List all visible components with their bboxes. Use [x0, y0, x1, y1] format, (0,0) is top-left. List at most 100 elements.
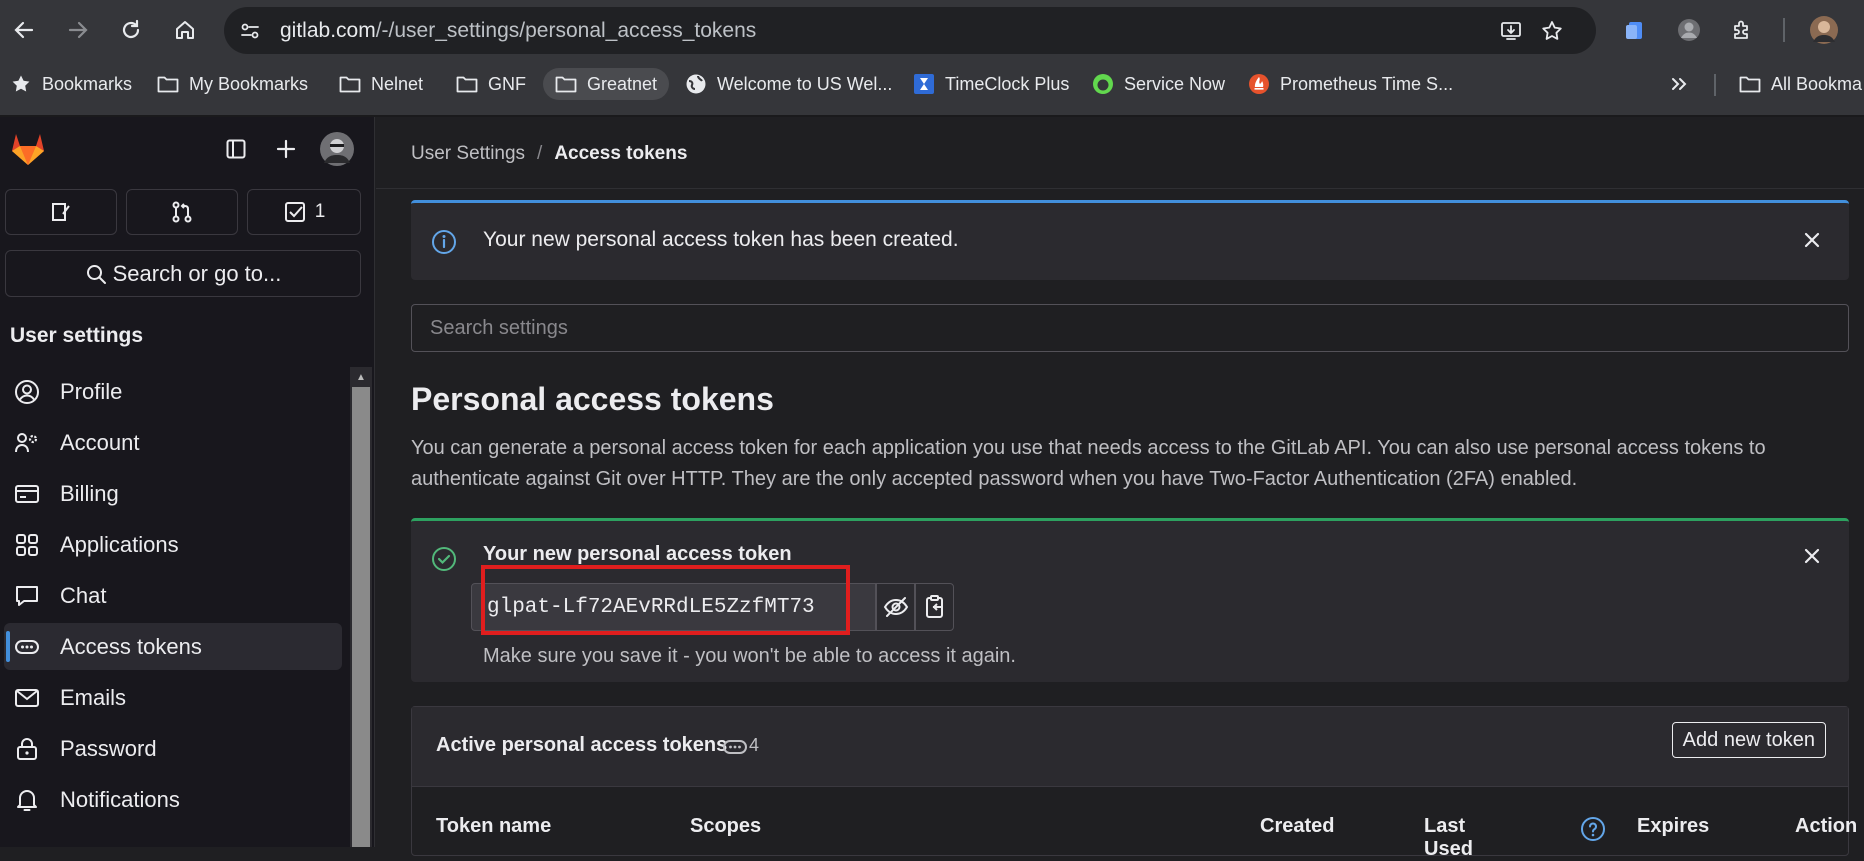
- toggle-visibility-button[interactable]: [876, 583, 915, 631]
- sidebar-item-notifications[interactable]: Notifications: [4, 776, 342, 823]
- column-last-used[interactable]: Last Used: [1424, 815, 1473, 861]
- sidebar-item-chat[interactable]: Chat: [4, 572, 342, 619]
- user-avatar[interactable]: [318, 131, 356, 167]
- merge-requests-button[interactable]: [126, 189, 238, 235]
- globe-icon: [685, 73, 707, 95]
- breadcrumb: User Settings / Access tokens: [411, 143, 687, 165]
- close-icon[interactable]: [1799, 227, 1825, 253]
- folder-icon: [339, 73, 361, 95]
- bell-icon: [12, 785, 42, 815]
- token-count-icon: [723, 739, 747, 755]
- sidebar-item-label: Account: [60, 429, 140, 455]
- column-last-used-line1: Last: [1424, 815, 1466, 837]
- add-new-token-button[interactable]: Add new token: [1671, 722, 1826, 758]
- todos-button[interactable]: 1: [247, 189, 361, 235]
- extension-docs-icon[interactable]: [1619, 14, 1651, 46]
- forward-icon[interactable]: [60, 12, 96, 48]
- bookmarks-divider: [1714, 74, 1716, 96]
- gitlab-logo-icon[interactable]: [6, 130, 50, 166]
- toggle-sidebar-icon[interactable]: [218, 131, 254, 167]
- home-icon[interactable]: [167, 12, 203, 48]
- column-token-name[interactable]: Token name: [436, 815, 551, 838]
- search-settings-input[interactable]: [411, 304, 1849, 352]
- breadcrumb-current[interactable]: Access tokens: [554, 143, 687, 164]
- breadcrumb-separator: /: [537, 143, 543, 164]
- extensions-puzzle-icon[interactable]: [1726, 14, 1758, 46]
- create-new-icon[interactable]: [268, 131, 304, 167]
- column-expires[interactable]: Expires: [1637, 815, 1709, 838]
- extension-avatar-icon[interactable]: [1673, 14, 1705, 46]
- eye-slash-icon: [883, 594, 909, 620]
- clipboard-icon: [923, 594, 947, 620]
- sidebar-item-profile[interactable]: Profile: [4, 368, 342, 415]
- bookmark-welcome-us[interactable]: Welcome to US Wel...: [685, 68, 892, 100]
- merge-request-icon: [170, 200, 194, 224]
- prometheus-icon: [1248, 73, 1270, 95]
- question-circle-icon[interactable]: [1580, 816, 1606, 842]
- folder-icon: [1739, 73, 1761, 95]
- close-icon[interactable]: [1799, 543, 1825, 569]
- sidebar-item-billing[interactable]: Billing: [4, 470, 342, 517]
- bookmark-my-bookmarks[interactable]: My Bookmarks: [157, 68, 308, 100]
- top-bar: User Settings / Access tokens: [376, 117, 1864, 189]
- alert-message: Your new personal access token has been …: [483, 228, 959, 251]
- bookmark-service-now[interactable]: Service Now: [1092, 68, 1225, 100]
- copy-token-button[interactable]: [915, 583, 954, 631]
- sidebar-item-account[interactable]: Account: [4, 419, 342, 466]
- todo-count: 1: [314, 201, 326, 222]
- sidebar-item-label: Emails: [60, 684, 127, 710]
- reload-icon[interactable]: [113, 12, 149, 48]
- breadcrumb-user-settings[interactable]: User Settings: [411, 143, 525, 164]
- sidebar-item-emails[interactable]: Emails: [4, 674, 342, 721]
- main-content: User Settings / Access tokens Your new per…: [376, 117, 1864, 860]
- column-created[interactable]: Created: [1260, 815, 1334, 838]
- back-icon[interactable]: [6, 12, 42, 48]
- bookmark-star-icon[interactable]: [1538, 17, 1566, 45]
- issues-button[interactable]: [5, 189, 117, 235]
- sidebar-item-password[interactable]: Password: [4, 725, 342, 772]
- site-settings-icon[interactable]: [236, 17, 264, 45]
- folder-icon: [555, 73, 577, 95]
- bookmark-greatnet[interactable]: Greatnet: [543, 68, 670, 100]
- sidebar-item-label: Access tokens: [60, 633, 202, 659]
- column-action[interactable]: Action: [1795, 815, 1857, 838]
- account-icon: [12, 428, 42, 458]
- bookmark-all-bookmarks[interactable]: All Bookma: [1739, 68, 1862, 100]
- sidebar: 1 Search or go to... User settings Profi…: [0, 117, 375, 847]
- sidebar-scrollbar-thumb[interactable]: [352, 387, 370, 847]
- bookmark-timeclock-plus[interactable]: TimeClock Plus: [913, 68, 1069, 100]
- bookmark-bookmarks[interactable]: Bookmarks: [10, 68, 132, 100]
- profile-icon: [12, 377, 42, 407]
- bookmark-nelnet[interactable]: Nelnet: [339, 68, 423, 100]
- active-tokens-title: Active personal access tokens: [436, 734, 728, 756]
- address-bar[interactable]: gitlab.com/-/user_settings/personal_acce…: [224, 7, 1596, 54]
- sidebar-item-applications[interactable]: Applications: [4, 521, 342, 568]
- applications-icon: [12, 530, 42, 560]
- column-scopes[interactable]: Scopes: [690, 815, 761, 838]
- sidebar-item-label: Billing: [60, 480, 119, 506]
- profile-avatar-icon[interactable]: [1808, 14, 1840, 46]
- more-bookmarks-chevron-icon[interactable]: [1669, 68, 1689, 100]
- folder-icon: [456, 73, 478, 95]
- url-text: gitlab.com/-/user_settings/personal_acce…: [280, 19, 757, 42]
- issues-icon: [49, 200, 73, 224]
- active-tokens-header: Active personal access tokens 4 Add new …: [412, 707, 1848, 787]
- sidebar-item-label: Chat: [60, 582, 107, 608]
- info-icon: [431, 229, 457, 255]
- token-save-note: Make sure you save it - you won't be abl…: [483, 645, 1016, 667]
- install-app-icon[interactable]: [1497, 17, 1525, 45]
- mail-icon: [12, 683, 42, 713]
- token-highlight-box: [481, 565, 850, 635]
- scroll-up-arrow-icon[interactable]: ▲: [352, 369, 370, 385]
- search-or-go-to-button[interactable]: Search or go to...: [5, 250, 361, 297]
- servicenow-icon: [1092, 73, 1114, 95]
- hourglass-icon: [913, 73, 935, 95]
- bookmark-gnf[interactable]: GNF: [456, 68, 526, 100]
- new-token-title: Your new personal access token: [483, 543, 792, 565]
- check-circle-icon: [431, 546, 457, 572]
- bookmark-prometheus[interactable]: Prometheus Time S...: [1248, 68, 1453, 100]
- sidebar-item-access-tokens[interactable]: Access tokens: [4, 623, 342, 670]
- active-tokens-card: Active personal access tokens 4 Add new …: [411, 706, 1857, 860]
- token-icon: [12, 632, 42, 662]
- star-icon: [10, 73, 32, 95]
